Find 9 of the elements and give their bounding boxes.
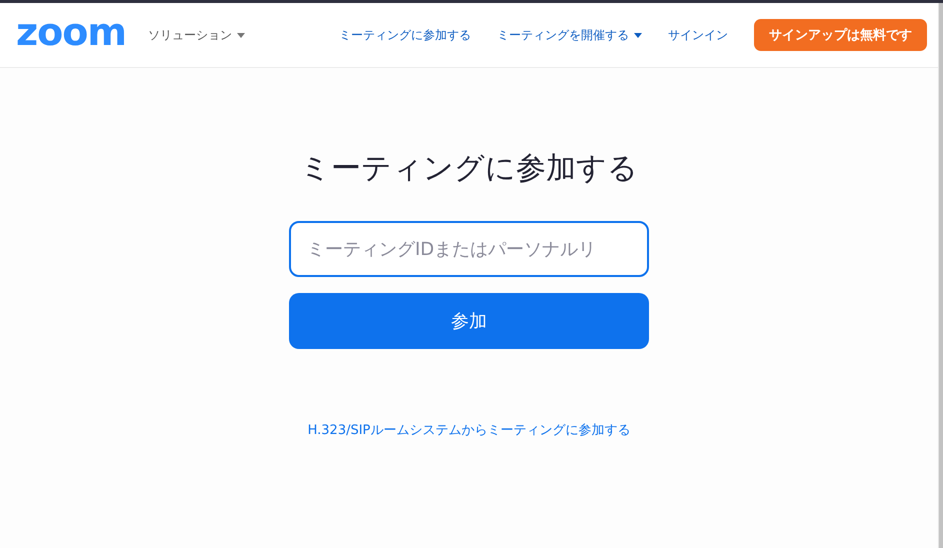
nav-link[interactable]: ミーティングを開催する — [497, 26, 642, 44]
meeting-id-field[interactable]: ミーティングIDまたはパーソナルリ — [289, 221, 649, 277]
logo[interactable]: zoom — [16, 13, 126, 51]
room-system-link[interactable]: H.323/SIPルームシステムからミーティングに参加する — [308, 421, 630, 439]
nav-menu[interactable]: ソリューション — [148, 26, 245, 44]
page-title: ミーティングに参加する — [300, 150, 638, 188]
nav-link[interactable]: ミーティングに参加する — [339, 26, 471, 44]
nav-link[interactable]: サインイン — [668, 26, 728, 44]
join-button[interactable]: 参加 — [289, 293, 649, 349]
